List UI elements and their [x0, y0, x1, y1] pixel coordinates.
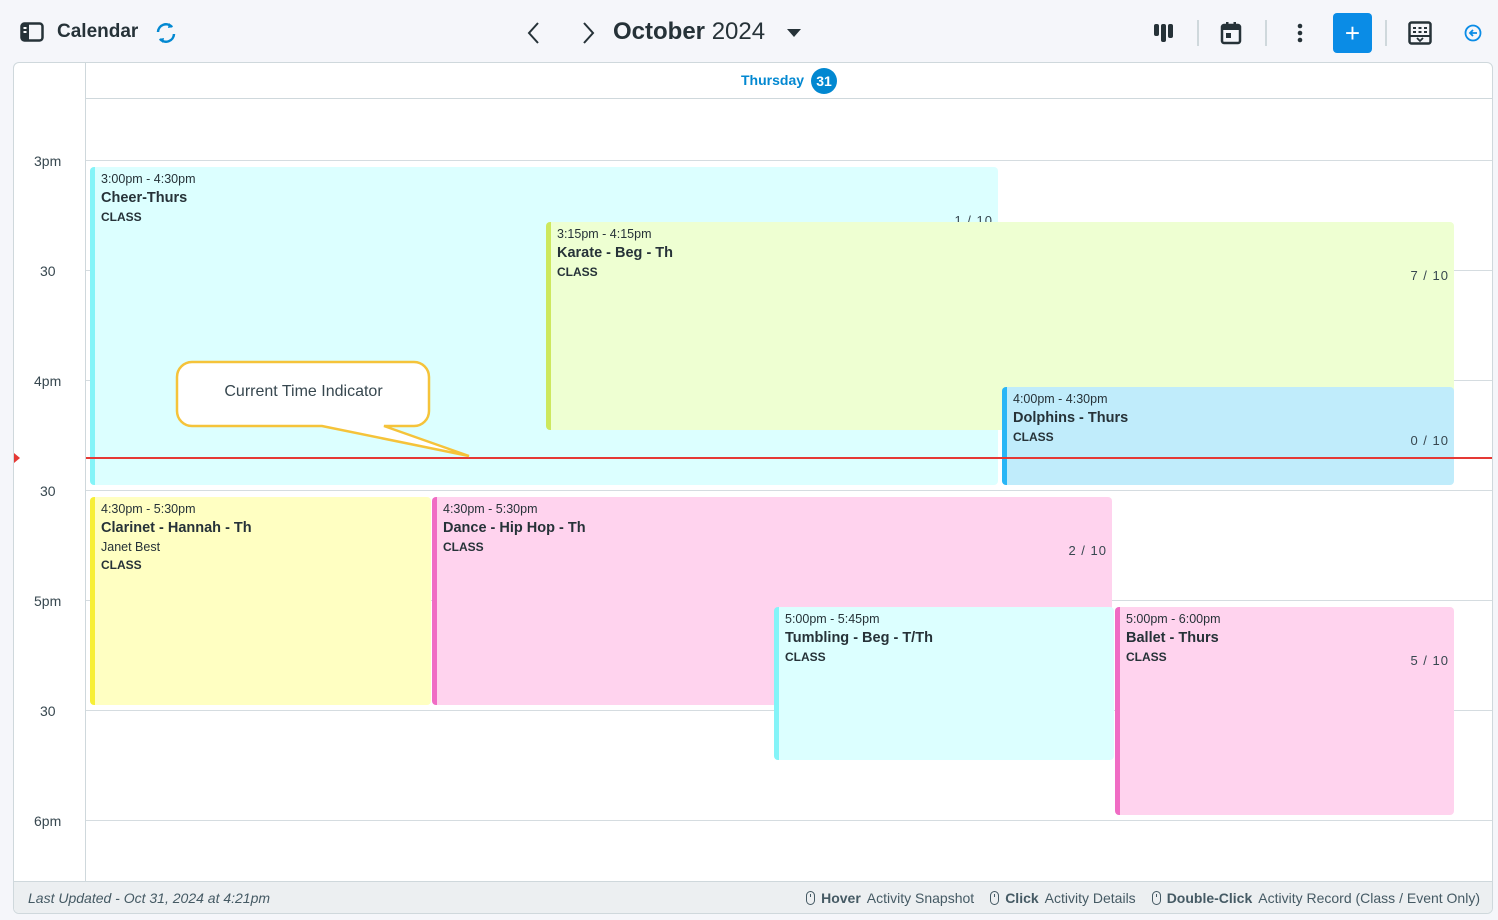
current-time-marker: [14, 453, 20, 463]
year-label: 2024: [711, 18, 766, 45]
sidebar-toggle-icon[interactable]: [20, 22, 44, 42]
time-label: 4pm: [34, 373, 62, 389]
event-instructor: Janet Best: [101, 540, 161, 554]
day-name[interactable]: Thursday: [741, 72, 804, 88]
event-name: Ballet - Thurs: [1126, 630, 1219, 646]
refresh-icon[interactable]: [154, 21, 178, 45]
hint-hover: Hover Activity Snapshot: [806, 890, 974, 906]
caret-down-icon[interactable]: [786, 28, 802, 38]
time-gutter: [14, 63, 86, 881]
hint-action: Double-Click: [1166, 890, 1253, 906]
day-number-badge[interactable]: 31: [811, 68, 837, 94]
time-label: 5pm: [34, 593, 62, 609]
columns-view-icon[interactable]: [1153, 22, 1175, 44]
time-label: 30: [40, 483, 56, 499]
event-count: 7 / 10: [1410, 268, 1449, 283]
event-type: CLASS: [1013, 430, 1054, 444]
add-button[interactable]: +: [1333, 13, 1372, 53]
callout-text: Current Time Indicator: [224, 383, 383, 400]
hint-desc: Activity Details: [1044, 890, 1136, 906]
event-name: Dolphins - Thurs: [1013, 410, 1129, 426]
time-label: 30: [40, 263, 56, 279]
hint-action: Hover: [821, 890, 861, 906]
month-label: October: [613, 18, 706, 45]
collapse-arrow-icon[interactable]: [1464, 24, 1482, 42]
hint-desc: Activity Record (Class / Event Only): [1258, 890, 1480, 906]
event-type: CLASS: [443, 540, 484, 554]
event-time: 5:00pm - 5:45pm: [785, 612, 880, 626]
event-count: 0 / 10: [1410, 433, 1449, 448]
event-count: 5 / 10: [1410, 653, 1449, 668]
prev-month-button[interactable]: [524, 20, 544, 46]
mouse-icon: [806, 891, 816, 905]
event-name: Dance - Hip Hop - Th: [443, 520, 586, 536]
app-title: Calendar: [57, 21, 139, 42]
keyboard-icon[interactable]: [1408, 21, 1432, 45]
footer-bar: Last Updated - Oct 31, 2024 at 4:21pm Ho…: [14, 881, 1492, 913]
event-type: CLASS: [557, 265, 598, 279]
event-ballet[interactable]: 5:00pm - 6:00pm Ballet - Thurs CLASS 5 / 10: [1115, 607, 1454, 815]
month-picker[interactable]: October 2024: [613, 18, 765, 46]
event-name: Cheer-Thurs: [101, 190, 188, 206]
mouse-icon: [990, 891, 1000, 905]
time-label: 30: [40, 703, 56, 719]
hint-click: Click Activity Details: [990, 890, 1136, 906]
more-options-icon[interactable]: [1290, 22, 1310, 44]
event-name: Clarinet - Hannah - Th: [101, 520, 252, 536]
event-time: 3:15pm - 4:15pm: [557, 227, 652, 241]
calendar-today-icon[interactable]: [1220, 21, 1242, 45]
hint-desc: Activity Snapshot: [866, 890, 975, 906]
event-time: 4:30pm - 5:30pm: [101, 502, 196, 516]
event-count: 2 / 10: [1068, 543, 1107, 558]
event-name: Karate - Beg - Th: [557, 245, 674, 261]
time-label: 3pm: [34, 153, 62, 169]
event-type: CLASS: [1126, 650, 1167, 664]
mouse-hints: Hover Activity Snapshot Click Activity Det…: [806, 890, 1480, 906]
time-label: 6pm: [34, 813, 62, 829]
hint-double-click: Double-Click Activity Record (Class / Eve…: [1151, 890, 1480, 906]
event-time: 4:00pm - 4:30pm: [1013, 392, 1108, 406]
day-view-calendar: Thursday 31 3pm 30 4pm 30 5pm 30 6pm 3:0…: [13, 62, 1493, 914]
callout-shape: [175, 360, 470, 458]
event-clarinet[interactable]: 4:30pm - 5:30pm Clarinet - Hannah - Th Jan…: [90, 497, 431, 705]
event-name: Tumbling - Beg - T/Th: [785, 630, 933, 646]
event-time: 4:30pm - 5:30pm: [443, 502, 538, 516]
mouse-icon: [1151, 891, 1161, 905]
next-month-button[interactable]: [578, 20, 598, 46]
event-time: 3:00pm - 4:30pm: [101, 172, 196, 186]
event-tumbling[interactable]: 5:00pm - 5:45pm Tumbling - Beg - T/Th CLAS…: [774, 607, 1114, 760]
event-dolphins[interactable]: 4:00pm - 4:30pm Dolphins - Thurs CLASS 0 / …: [1002, 387, 1454, 485]
event-type: CLASS: [101, 558, 142, 572]
event-time: 5:00pm - 6:00pm: [1126, 612, 1221, 626]
event-type: CLASS: [785, 650, 826, 664]
last-updated: Last Updated - Oct 31, 2024 at 4:21pm: [28, 890, 271, 906]
hint-action: Click: [1005, 890, 1039, 906]
